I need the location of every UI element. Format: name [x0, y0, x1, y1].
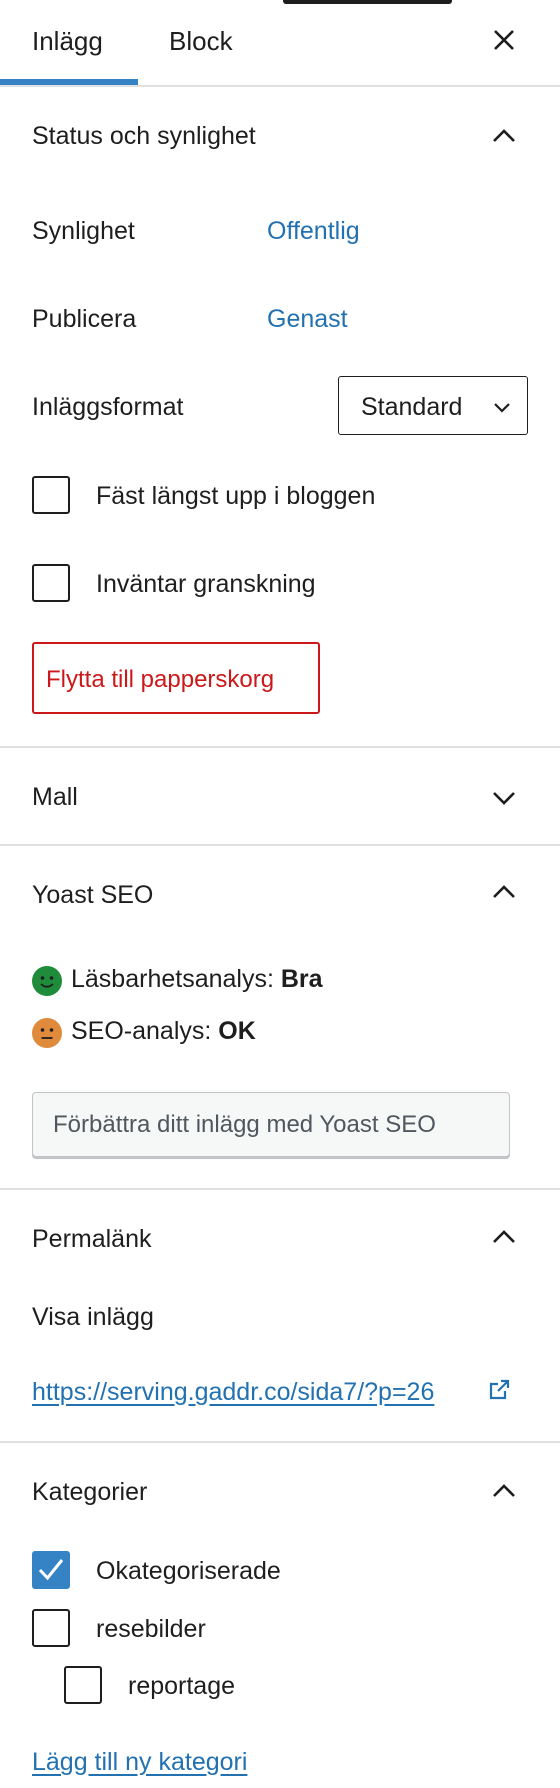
- category-label: Okategoriserade: [96, 1557, 281, 1585]
- panel-categories-title[interactable]: Kategorier: [32, 1480, 147, 1505]
- move-to-trash-button[interactable]: Flytta till papperskorg: [32, 642, 320, 714]
- sticky-checkbox[interactable]: [32, 476, 70, 514]
- publish-label: Publicera: [32, 305, 137, 333]
- pending-review-checkbox[interactable]: [32, 564, 70, 602]
- readability-analysis: Läsbarhetsanalys: Bra: [71, 967, 323, 992]
- improve-with-yoast-button[interactable]: Förbättra ditt inlägg med Yoast SEO: [32, 1092, 510, 1157]
- move-to-trash-label: Flytta till papperskorg: [46, 666, 275, 693]
- category-checkbox-resebilder[interactable]: [32, 1609, 70, 1647]
- panel-template-title[interactable]: Mall: [32, 785, 78, 810]
- sticky-label: Fäst längst upp i bloggen: [96, 482, 376, 510]
- seo-analysis: SEO-analys: OK: [71, 1019, 256, 1044]
- chevron-down-icon[interactable]: [490, 789, 518, 807]
- tab-post[interactable]: Inlägg: [32, 28, 103, 54]
- post-format-value: Standard: [361, 393, 463, 421]
- tab-block[interactable]: Block: [169, 28, 233, 54]
- category-checkbox-reportage[interactable]: [64, 1666, 102, 1704]
- category-label: reportage: [128, 1672, 236, 1700]
- chevron-up-icon[interactable]: [490, 127, 518, 145]
- chevron-up-icon[interactable]: [490, 1482, 518, 1500]
- post-format-label: Inläggsformat: [32, 393, 184, 421]
- panel-status-title[interactable]: Status och synlighet: [32, 124, 256, 149]
- seo-ok-face-icon: [32, 1018, 62, 1048]
- readability-score: Bra: [280, 965, 323, 993]
- visibility-label: Synlighet: [32, 217, 135, 245]
- panel-yoast-title[interactable]: Yoast SEO: [32, 883, 153, 908]
- publish-date-toggle[interactable]: Genast: [267, 307, 348, 332]
- divider: [0, 1188, 560, 1190]
- add-new-category-link[interactable]: Lägg till ny kategori: [32, 1750, 247, 1775]
- panel-permalink-title[interactable]: Permalänk: [32, 1227, 152, 1252]
- close-icon[interactable]: [492, 28, 516, 52]
- improve-with-yoast-label: Förbättra ditt inlägg med Yoast SEO: [53, 1111, 436, 1138]
- category-label: resebilder: [96, 1615, 206, 1643]
- divider: [0, 746, 560, 748]
- top-toolbar-fragment: [283, 0, 452, 4]
- permalink-url-link[interactable]: https://serving.gaddr.co/sida7/?p=26: [32, 1380, 434, 1405]
- pending-review-label: Inväntar granskning: [96, 570, 316, 598]
- divider: [0, 85, 560, 87]
- readability-good-face-icon: [32, 966, 62, 996]
- category-checkbox-okategoriserade[interactable]: [32, 1551, 70, 1589]
- divider: [0, 1441, 560, 1443]
- seo-score: OK: [218, 1017, 256, 1045]
- visibility-toggle[interactable]: Offentlig: [267, 219, 360, 244]
- seo-label: SEO-analys:: [71, 1017, 212, 1045]
- chevron-up-icon[interactable]: [490, 883, 518, 901]
- divider: [0, 844, 560, 846]
- view-post-label: Visa inlägg: [32, 1303, 154, 1331]
- chevron-down-icon: [492, 400, 512, 414]
- readability-label: Läsbarhetsanalys:: [71, 965, 274, 993]
- chevron-up-icon[interactable]: [490, 1228, 518, 1246]
- post-format-select[interactable]: Standard: [338, 376, 528, 435]
- external-link-icon: [486, 1377, 512, 1403]
